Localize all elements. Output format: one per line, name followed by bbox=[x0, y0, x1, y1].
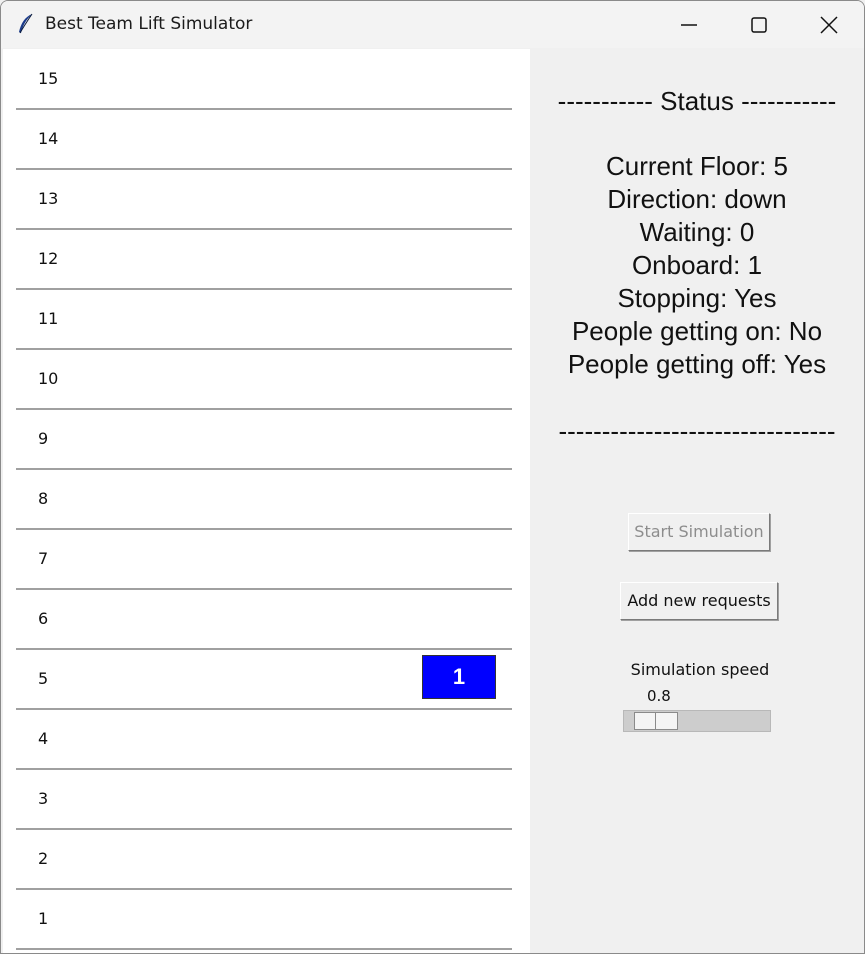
status-panel: ----------- Status ----------- Current F… bbox=[530, 49, 864, 953]
floor-row: 14 bbox=[3, 109, 530, 170]
floor-row: 4 bbox=[3, 709, 530, 770]
floor-row: 15 bbox=[3, 49, 530, 110]
maximize-icon bbox=[751, 17, 767, 33]
floor-row: 11 bbox=[3, 289, 530, 350]
floor-label: 12 bbox=[38, 249, 59, 268]
close-icon bbox=[820, 16, 838, 34]
floor-label: 13 bbox=[38, 189, 59, 208]
floor-label: 9 bbox=[38, 429, 49, 448]
getting-on-text: People getting on: No bbox=[571, 316, 823, 346]
add-new-requests-button[interactable]: Add new requests bbox=[620, 582, 778, 620]
feather-icon bbox=[19, 13, 33, 34]
status-header: ----------- Status ----------- bbox=[557, 86, 837, 116]
floor-label: 5 bbox=[38, 669, 49, 688]
minimize-button[interactable] bbox=[654, 1, 724, 48]
floor-row: 1 bbox=[3, 889, 530, 950]
minimize-icon bbox=[681, 24, 697, 26]
floor-row: 10 bbox=[3, 349, 530, 410]
floor-label: 3 bbox=[38, 789, 49, 808]
floor-label: 14 bbox=[38, 129, 59, 148]
floor-row: 12 bbox=[3, 229, 530, 290]
floor-label: 4 bbox=[38, 729, 49, 748]
start-simulation-button[interactable]: Start Simulation bbox=[628, 513, 770, 551]
floor-row: 3 bbox=[3, 769, 530, 830]
getting-off-text: People getting off: Yes bbox=[567, 349, 827, 379]
floor-row: 9 bbox=[3, 409, 530, 470]
current-floor-text: Current Floor: 5 bbox=[605, 151, 789, 181]
floor-row: 6 bbox=[3, 589, 530, 650]
floor-label: 10 bbox=[38, 369, 59, 388]
stopping-text: Stopping: Yes bbox=[617, 283, 777, 313]
simulation-speed-label: Simulation speed bbox=[630, 660, 770, 679]
floor-label: 2 bbox=[38, 849, 49, 868]
lift-car: 1 bbox=[422, 655, 496, 699]
floor-row: 2 bbox=[3, 829, 530, 890]
building-canvas: 15 14 13 12 11 10 9 8 7 6 5 4 3 2 1 1 bbox=[3, 49, 530, 953]
simulation-speed-value: 0.8 bbox=[647, 687, 671, 705]
close-button[interactable] bbox=[794, 1, 864, 48]
waiting-text: Waiting: 0 bbox=[639, 217, 755, 247]
floor-label: 1 bbox=[38, 909, 49, 928]
floor-label: 6 bbox=[38, 609, 49, 628]
floor-label: 11 bbox=[38, 309, 59, 328]
title-bar[interactable]: Best Team Lift Simulator bbox=[1, 1, 864, 48]
maximize-button[interactable] bbox=[724, 1, 794, 48]
floor-divider bbox=[16, 948, 512, 950]
floor-row: 7 bbox=[3, 529, 530, 590]
floor-label: 15 bbox=[38, 69, 59, 88]
simulation-speed-slider[interactable] bbox=[623, 710, 771, 732]
window-title: Best Team Lift Simulator bbox=[45, 14, 253, 34]
status-footer: -------------------------------- bbox=[558, 416, 836, 446]
floor-label: 7 bbox=[38, 549, 49, 568]
onboard-text: Onboard: 1 bbox=[631, 250, 763, 280]
floor-row: 8 bbox=[3, 469, 530, 530]
floor-row: 13 bbox=[3, 169, 530, 230]
floor-label: 8 bbox=[38, 489, 49, 508]
slider-grip bbox=[655, 713, 656, 729]
direction-text: Direction: down bbox=[607, 184, 787, 214]
app-window: Best Team Lift Simulator 15 14 13 12 11 bbox=[0, 0, 865, 954]
slider-handle[interactable] bbox=[634, 712, 678, 730]
